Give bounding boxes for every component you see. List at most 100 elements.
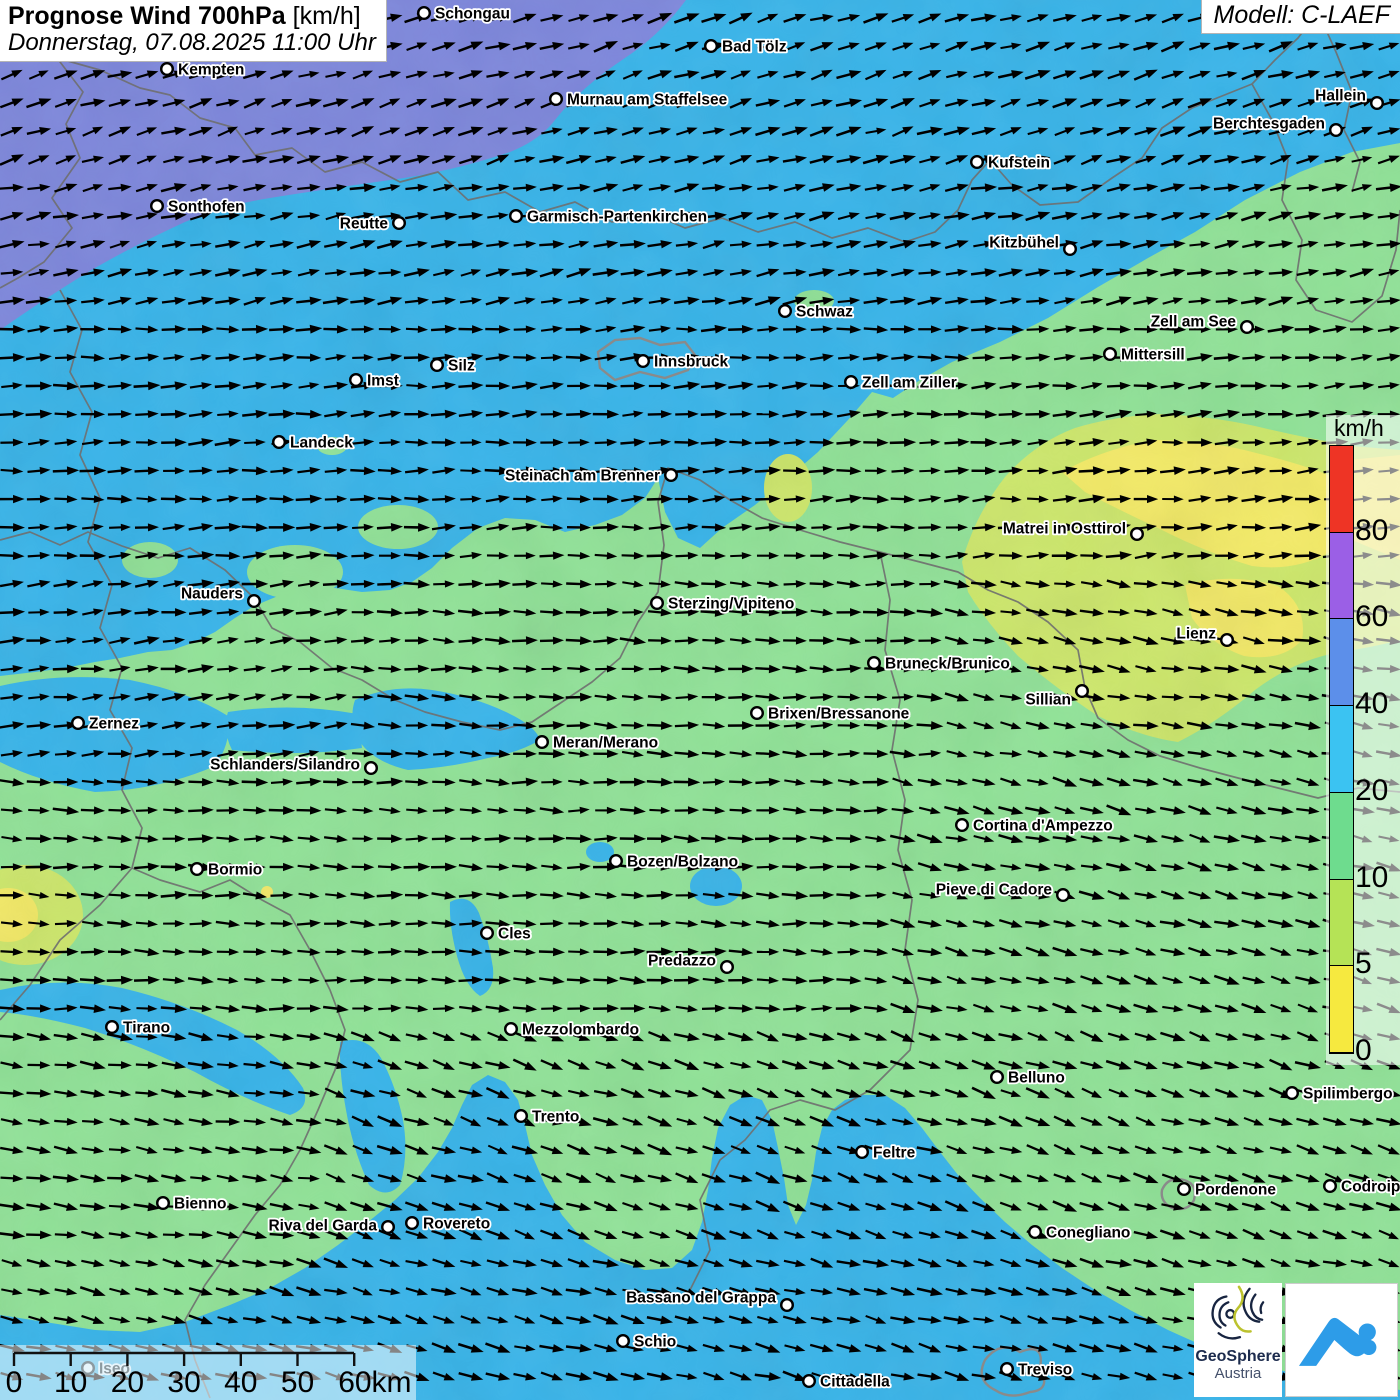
scalebar-label: 30 (167, 1366, 200, 1399)
svg-text:Zell am See: Zell am See (1151, 314, 1237, 331)
legend-color-bar (1329, 445, 1354, 1054)
city-marker: Meran/Merano (536, 735, 658, 752)
svg-text:Bruneck/Brunico: Bruneck/Brunico (885, 656, 1010, 673)
svg-text:Meran/Merano: Meran/Merano (553, 735, 658, 752)
city-marker: Brixen/Bressanone (751, 706, 909, 723)
scalebar-label: 0 (6, 1366, 23, 1399)
svg-text:Murnau am Staffelsee: Murnau am Staffelsee (567, 92, 728, 109)
svg-text:Schlanders/Silandro: Schlanders/Silandro (210, 757, 360, 774)
model-label: Modell: C-LAEF (1201, 0, 1400, 34)
svg-text:Bormio: Bormio (208, 862, 262, 879)
svg-text:Bozen/Bolzano: Bozen/Bolzano (627, 854, 738, 871)
svg-text:Bassano del Grappa: Bassano del Grappa (626, 1290, 776, 1307)
legend-segment (1330, 619, 1353, 706)
city-marker: Riva del Garda (268, 1218, 393, 1235)
legend-segment (1330, 706, 1353, 793)
svg-text:Brixen/Bressanone: Brixen/Bressanone (768, 706, 910, 723)
city-marker: Silz (431, 358, 475, 375)
svg-text:Matrei in Osttirol: Matrei in Osttirol (1003, 521, 1126, 538)
scalebar-ruler: 0102030405060km (0, 1345, 416, 1400)
svg-text:Kitzbühel: Kitzbühel (989, 235, 1059, 252)
forecast-timestamp: Donnerstag, 07.08.2025 11:00 Uhr (8, 30, 376, 57)
svg-text:Cittadella: Cittadella (820, 1374, 890, 1391)
svg-text:Cortina d'Ampezzo: Cortina d'Ampezzo (973, 818, 1113, 835)
city-marker: Murnau am Staffelsee (550, 92, 727, 109)
svg-text:Mezzolombardo: Mezzolombardo (522, 1022, 639, 1039)
svg-text:Zell am Ziller: Zell am Ziller (862, 375, 957, 392)
svg-text:Cles: Cles (498, 926, 531, 943)
city-marker: Steinach am Brenner (505, 468, 677, 485)
legend-tick-label: 0 (1355, 1036, 1372, 1066)
geosphere-logo: GeoSphere Austria (1194, 1283, 1282, 1397)
geosphere-country: Austria (1194, 1366, 1282, 1383)
legend-unit-label: km/h (1334, 415, 1384, 442)
svg-text:Treviso: Treviso (1018, 1362, 1072, 1379)
legend-tick-label: 20 (1355, 776, 1388, 806)
svg-text:Kufstein: Kufstein (988, 155, 1050, 172)
svg-text:Pordenone: Pordenone (1195, 1182, 1276, 1199)
svg-text:Garmisch-Partenkirchen: Garmisch-Partenkirchen (527, 209, 707, 226)
svg-text:Zernez: Zernez (89, 716, 139, 733)
svg-text:Kempten: Kempten (178, 62, 244, 79)
svg-text:Spilimbergo: Spilimbergo (1303, 1086, 1393, 1103)
title-text: Prognose Wind 700hPa (8, 2, 286, 30)
svg-text:Berchtesgaden: Berchtesgaden (1213, 116, 1325, 133)
scalebar-label: 20 (111, 1366, 144, 1399)
svg-text:Innsbruck: Innsbruck (654, 354, 728, 371)
svg-text:Schio: Schio (634, 1334, 676, 1351)
svg-text:Belluno: Belluno (1008, 1070, 1065, 1087)
legend-tick-label: 60 (1355, 602, 1388, 632)
svg-text:Hallein: Hallein (1315, 88, 1366, 105)
city-marker: Mezzolombardo (505, 1022, 639, 1039)
city-marker: Bozen/Bolzano (610, 854, 738, 871)
city-marker: Spilimbergo (1286, 1086, 1392, 1103)
city-marker: Zell am Ziller (845, 375, 957, 392)
partner-logo-box (1285, 1283, 1398, 1397)
svg-text:Sonthofen: Sonthofen (168, 199, 245, 216)
city-marker: Bruneck/Brunico (868, 656, 1010, 673)
scalebar-label: 60km (338, 1366, 411, 1399)
map-canvas: Schongau Bad Tölz Kempten Murnau am Staffel… (0, 0, 1400, 1400)
city-marker: Cortina d'Ampezzo (956, 818, 1113, 835)
scalebar-label: 10 (54, 1366, 87, 1399)
city-marker: Matrei in Osttirol (1003, 521, 1143, 540)
svg-text:Nauders: Nauders (181, 586, 243, 603)
svg-text:Reutte: Reutte (340, 216, 389, 233)
svg-text:Feltre: Feltre (873, 1145, 916, 1162)
city-marker: Garmisch-Partenkirchen (510, 209, 707, 226)
city-marker: Sterzing/Vipiteno (651, 596, 794, 613)
svg-text:Schwaz: Schwaz (796, 304, 853, 321)
legend-segment (1330, 793, 1353, 880)
svg-text:Predazzo: Predazzo (648, 953, 716, 970)
svg-text:Tirano: Tirano (123, 1020, 170, 1037)
wind-speed-legend: km/h 80 60 40 20 10 5 0 (1326, 415, 1400, 1065)
svg-text:Mittersill: Mittersill (1121, 347, 1185, 364)
svg-text:Riva del Garda: Riva del Garda (268, 1218, 377, 1235)
title-unit: [km/h] (293, 2, 361, 30)
svg-text:Imst: Imst (367, 373, 399, 390)
scalebar-label: 40 (224, 1366, 257, 1399)
geosphere-contour-icon (1206, 1283, 1270, 1341)
legend-segment (1330, 533, 1353, 620)
legend-tick-label: 5 (1355, 949, 1372, 979)
svg-text:Landeck: Landeck (290, 435, 353, 452)
legend-segment (1330, 446, 1353, 533)
legend-tick-label: 10 (1355, 863, 1388, 893)
svg-text:Conegliano: Conegliano (1046, 1225, 1130, 1242)
map-title-box: Prognose Wind 700hPa[km/h] Donnerstag, 0… (0, 0, 387, 62)
geosphere-org-name: GeoSphere (1194, 1348, 1282, 1366)
svg-text:Silz: Silz (448, 358, 475, 375)
legend-tick-label: 40 (1355, 689, 1388, 719)
svg-text:Bad Tölz: Bad Tölz (722, 39, 787, 56)
city-marker: Pieve di Cadore (936, 882, 1069, 901)
svg-text:Steinach am Brenner: Steinach am Brenner (505, 468, 660, 485)
svg-text:Sterzing/Vipiteno: Sterzing/Vipiteno (668, 596, 794, 613)
svg-text:Lienz: Lienz (1176, 626, 1216, 643)
svg-text:Schongau: Schongau (435, 6, 510, 23)
legend-tick-label: 80 (1355, 516, 1388, 546)
svg-text:Rovereto: Rovereto (423, 1216, 490, 1233)
distance-scalebar: 0102030405060km (0, 1345, 416, 1400)
legend-segment (1330, 880, 1353, 967)
page-title: Prognose Wind 700hPa[km/h] (8, 2, 376, 30)
svg-text:Sillian: Sillian (1025, 692, 1071, 709)
